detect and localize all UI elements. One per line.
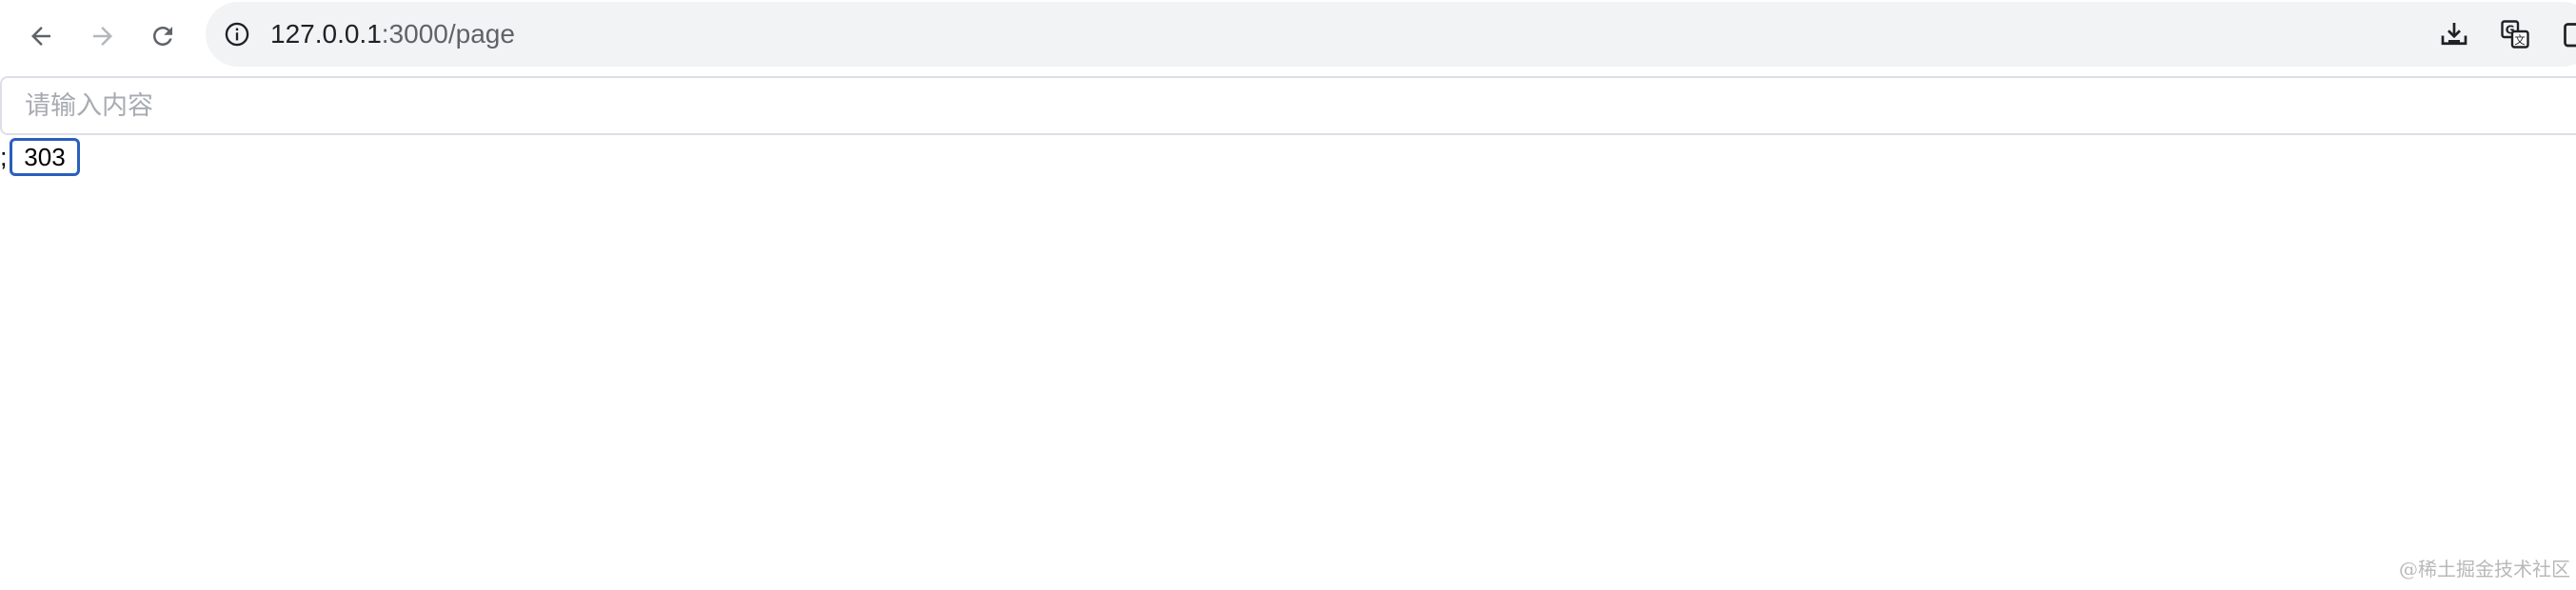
forward-button[interactable]: [78, 11, 128, 61]
prefix-text: ;: [0, 143, 8, 171]
address-bar[interactable]: 127.0.0.1:3000/page: [206, 2, 2576, 67]
download-icon[interactable]: [2437, 17, 2471, 51]
watermark-text: @稀土掘金技术社区: [2399, 558, 2570, 580]
forward-arrow-icon: [89, 22, 117, 50]
back-button[interactable]: [16, 11, 66, 61]
info-icon[interactable]: [224, 21, 250, 48]
translate-icon[interactable]: G 文: [2498, 17, 2532, 51]
url-path: :3000/page: [381, 19, 515, 49]
back-arrow-icon: [27, 22, 55, 50]
svg-text:文: 文: [2514, 33, 2525, 47]
reload-icon: [149, 22, 177, 50]
number-value-box[interactable]: 303: [10, 138, 80, 176]
extension-icon[interactable]: [2561, 17, 2576, 51]
content-input[interactable]: [0, 76, 2576, 135]
reload-button[interactable]: [138, 11, 188, 61]
url-host: 127.0.0.1: [270, 19, 382, 49]
url-text[interactable]: 127.0.0.1:3000/page: [270, 18, 515, 50]
browser-toolbar: 127.0.0.1:3000/page G 文: [0, 0, 2576, 72]
